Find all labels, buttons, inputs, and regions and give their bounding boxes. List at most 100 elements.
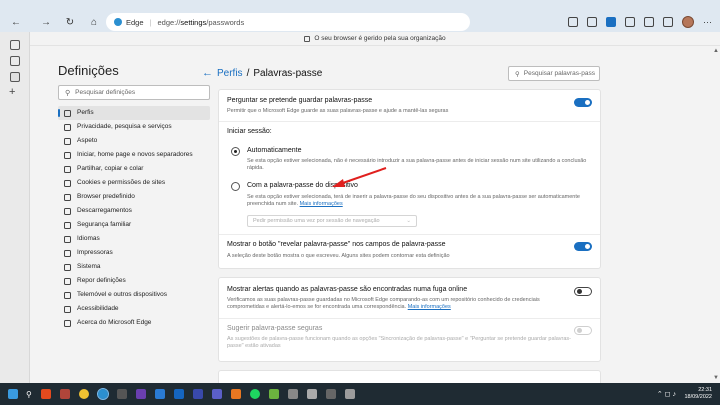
- app-icon[interactable]: [287, 389, 298, 399]
- family-icon: [64, 221, 71, 229]
- sidebar-item-languages[interactable]: Idiomas: [58, 232, 210, 246]
- address-bar[interactable]: Edge | edge://settings/passwords: [106, 13, 470, 31]
- profile-icon: [64, 109, 71, 117]
- outlook-icon[interactable]: [173, 389, 184, 399]
- split-screen-icon[interactable]: [625, 17, 635, 27]
- office-app-icon[interactable]: [40, 389, 51, 399]
- system-tray[interactable]: ⌃ ◻ ♪: [657, 390, 676, 398]
- app-icon[interactable]: [268, 389, 279, 399]
- add-favorite-icon[interactable]: [568, 17, 578, 27]
- auto-title: Automaticamente: [247, 147, 302, 154]
- leak-more-info-link[interactable]: Mais informações: [408, 304, 451, 310]
- favorites-icon[interactable]: [644, 17, 654, 27]
- breadcrumb: ← Perfis / Palavras-passe: [202, 67, 322, 79]
- refresh-button[interactable]: ↻: [62, 14, 78, 30]
- app-icon[interactable]: [325, 389, 336, 399]
- sidebar-item-label: Segurança familiar: [77, 221, 132, 228]
- sidebar-item-accessibility[interactable]: Acessibilidade: [58, 302, 210, 316]
- forward-button[interactable]: →: [38, 14, 54, 30]
- new-tab-icon[interactable]: +: [9, 86, 15, 98]
- reveal-toggle[interactable]: [574, 242, 592, 251]
- sidebar-item-reset[interactable]: Repor definições: [58, 274, 210, 288]
- windows-start-icon[interactable]: [8, 389, 18, 399]
- page-scrollbar[interactable]: ▲ ▼: [712, 46, 720, 383]
- back-arrow-icon[interactable]: ←: [202, 67, 213, 79]
- app-icon[interactable]: [192, 389, 203, 399]
- scroll-down-icon[interactable]: ▼: [713, 375, 719, 381]
- back-button[interactable]: ←: [8, 14, 24, 30]
- sidebar-item-family[interactable]: Segurança familiar: [58, 218, 210, 232]
- sidebar-item-default-browser[interactable]: Browser predefinido: [58, 190, 210, 204]
- leak-alerts-desc-line2: comprometidas e alertá-lo-emos se for en…: [227, 304, 451, 311]
- sidebar-item-printers[interactable]: Impressoras: [58, 246, 210, 260]
- suggest-password-toggle: [574, 326, 592, 335]
- sidebar-item-label: Repor definições: [77, 277, 126, 284]
- taskbar: ⚲ ⌃ ◻ ♪ 22:31 18/09/2022: [0, 383, 720, 405]
- breadcrumb-perfis[interactable]: Perfis: [217, 68, 243, 79]
- edge-icon[interactable]: [96, 388, 109, 400]
- sidebar-item-cookies[interactable]: Cookies e permissões de sites: [58, 176, 210, 190]
- settings-main: ← Perfis / Palavras-passe ⚲ Pesquisar pa…: [196, 46, 706, 383]
- terminal-icon[interactable]: [116, 389, 127, 399]
- sidebar-item-about[interactable]: Acerca do Microsoft Edge: [58, 316, 210, 330]
- home-button[interactable]: ⌂: [86, 14, 102, 30]
- app-icon[interactable]: [230, 389, 241, 399]
- sidebar-item-appearance[interactable]: Aspeto: [58, 134, 210, 148]
- sidebar-item-perfis[interactable]: Perfis: [58, 106, 210, 120]
- browser-icon: [64, 193, 71, 201]
- sidebar-item-share[interactable]: Partilhar, copiar e colar: [58, 162, 210, 176]
- device-password-radio[interactable]: [231, 182, 240, 191]
- address-divider: |: [149, 17, 152, 27]
- signin-label: Iniciar sessão:: [227, 128, 272, 135]
- taskbar-clock[interactable]: 22:31 18/09/2022: [684, 387, 712, 401]
- leak-alerts-title: Mostrar alertas quando as palavras-passe…: [227, 286, 468, 293]
- password-search-input[interactable]: ⚲ Pesquisar palavras-pass: [508, 66, 600, 81]
- settings-sidebar: Definições ⚲ Pesquisar definições Perfis…: [30, 46, 210, 383]
- more-menu-icon[interactable]: ···: [703, 17, 712, 27]
- collections-icon[interactable]: [663, 17, 673, 27]
- divider: [219, 121, 600, 122]
- sidebar-item-privacy[interactable]: Privacidade, pesquisa e serviços: [58, 120, 210, 134]
- app-icon[interactable]: [306, 389, 317, 399]
- sidebar-item-system[interactable]: Sistema: [58, 260, 210, 274]
- vscode-icon[interactable]: [154, 389, 165, 399]
- power-icon: [64, 151, 71, 159]
- spotify-icon[interactable]: [249, 389, 260, 399]
- printer-icon: [64, 249, 71, 257]
- leak-alerts-toggle[interactable]: [574, 287, 592, 296]
- teams-icon[interactable]: [211, 389, 222, 399]
- office-icon[interactable]: [606, 17, 616, 27]
- sidebar-item-label: Privacidade, pesquisa e serviços: [77, 123, 172, 130]
- workspaces-icon[interactable]: [10, 56, 20, 66]
- tab-actions-icon[interactable]: [10, 40, 20, 50]
- share-icon: [64, 165, 71, 173]
- address-host: edge://: [157, 17, 181, 27]
- phone-icon: [64, 291, 71, 299]
- sidebar-toggle-icon[interactable]: [587, 17, 597, 27]
- system-icon: [64, 263, 71, 271]
- more-info-link[interactable]: Mais informações: [300, 201, 343, 207]
- chrome-icon[interactable]: [78, 389, 89, 399]
- sidebar-item-label: Sistema: [77, 263, 101, 270]
- app-icon[interactable]: [135, 389, 146, 399]
- sidebar-item-phone[interactable]: Telemóvel e outros dispositivos: [58, 288, 210, 302]
- language-icon: [64, 235, 71, 243]
- reveal-desc: A seleção deste botão mostra o que escre…: [227, 253, 450, 259]
- settings-tab-icon[interactable]: [10, 72, 20, 82]
- scroll-up-icon[interactable]: ▲: [713, 48, 719, 54]
- settings-title: Definições: [58, 63, 119, 78]
- app-icon[interactable]: [344, 389, 355, 399]
- sidebar-item-downloads[interactable]: Descarregamentos: [58, 204, 210, 218]
- edge-logo-icon: [114, 18, 122, 26]
- auth-frequency-select[interactable]: Pedir permissão uma vez por sessão de na…: [247, 215, 417, 227]
- auto-radio[interactable]: [231, 147, 240, 156]
- app-icon[interactable]: [59, 389, 70, 399]
- search-icon[interactable]: ⚲: [26, 390, 32, 399]
- breadcrumb-separator: /: [246, 67, 250, 79]
- settings-search-input[interactable]: ⚲ Pesquisar definições: [58, 85, 210, 100]
- password-settings-card: Perguntar se pretende guardar palavras-p…: [218, 89, 601, 269]
- offer-save-toggle[interactable]: [574, 98, 592, 107]
- managed-icon: [304, 35, 311, 42]
- profile-avatar[interactable]: [682, 16, 694, 28]
- sidebar-item-startup[interactable]: Iniciar, home page e novos separadores: [58, 148, 210, 162]
